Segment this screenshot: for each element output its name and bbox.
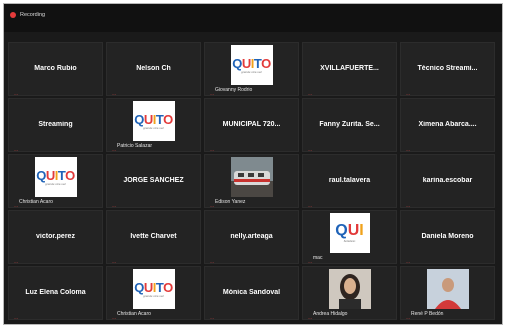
participant-name: Fanny Zurita. Se... xyxy=(319,121,380,128)
mic-muted-icon xyxy=(110,87,116,95)
participant-photo xyxy=(426,269,469,309)
participant-tile[interactable]: victor.perez xyxy=(8,210,103,264)
participant-gallery: Marco Rubio Nelson Ch QUITO grande otra vez… xyxy=(8,42,495,320)
participant-name: XVILLAFUERTE... xyxy=(320,65,379,72)
mic-muted-icon xyxy=(306,311,312,319)
participant-name: victor.perez xyxy=(36,233,75,240)
participant-tile[interactable]: René P Bedón xyxy=(400,266,495,320)
mic-muted-icon xyxy=(110,143,116,151)
participant-name: Marco Rubio xyxy=(34,65,77,72)
participant-tile[interactable]: Ivette Charvet xyxy=(106,210,201,264)
participant-name: Streaming xyxy=(38,121,73,128)
participant-tile[interactable]: Fanny Zurita. Se... xyxy=(302,98,397,152)
participant-tile[interactable]: MUNICIPAL 720... xyxy=(204,98,299,152)
mic-muted-icon xyxy=(208,143,214,151)
mic-muted-icon xyxy=(208,199,214,207)
top-bar: Recording xyxy=(4,4,502,32)
participant-tile[interactable]: Marco Rubio xyxy=(8,42,103,96)
participant-tile[interactable]: QUITO grande otra vez Christian Acaro xyxy=(8,154,103,208)
meeting-window: Recording Marco Rubio Nelson Ch QUITO grand… xyxy=(3,3,503,325)
participant-name: MUNICIPAL 720... xyxy=(222,121,281,128)
participant-tile[interactable]: JORGE SANCHEZ xyxy=(106,154,201,208)
participant-tile[interactable]: Edison Yanez xyxy=(204,154,299,208)
mic-muted-icon xyxy=(110,311,116,319)
mic-muted-icon xyxy=(12,87,18,95)
participant-name: raul.talavera xyxy=(328,177,371,184)
quito-logo-image: QUITO grande otra vez xyxy=(34,157,77,197)
participant-name: Nelson Ch xyxy=(136,65,171,72)
quito-logo-image: QUITO grande otra vez xyxy=(230,45,273,85)
participant-tile[interactable]: QUITO grande otra vez Christian Acaro xyxy=(106,266,201,320)
participant-name: nelly.arteaga xyxy=(230,233,273,240)
qui-logo-image: QUI Solidario xyxy=(329,213,370,253)
participant-tile[interactable]: QUI Solidario mac xyxy=(302,210,397,264)
participant-tile[interactable]: Andrea Hidalgo xyxy=(302,266,397,320)
participant-caption: Patricio Salazar xyxy=(117,143,153,149)
mic-muted-icon xyxy=(12,143,18,151)
mic-muted-icon xyxy=(404,87,410,95)
participant-photo xyxy=(328,269,371,309)
quito-logo-image: QUITO grande otra vez xyxy=(132,269,175,309)
recording-icon xyxy=(10,12,16,18)
participant-caption: Giovanny Rodrio xyxy=(215,87,253,93)
participant-tile[interactable]: nelly.arteaga xyxy=(204,210,299,264)
participant-name: karina.escobar xyxy=(422,177,473,184)
mic-muted-icon xyxy=(306,199,312,207)
participant-caption: Christian Acaro xyxy=(117,311,151,317)
mic-muted-icon xyxy=(12,311,18,319)
mic-muted-icon xyxy=(306,143,312,151)
participant-tile[interactable]: Nelson Ch xyxy=(106,42,201,96)
participant-name: JORGE SANCHEZ xyxy=(123,177,184,184)
participant-tile[interactable]: Daniela Moreno xyxy=(400,210,495,264)
participant-tile[interactable]: XVILLAFUERTE... xyxy=(302,42,397,96)
mic-muted-icon xyxy=(12,255,18,263)
mic-muted-icon xyxy=(208,311,214,319)
mic-muted-icon xyxy=(12,199,18,207)
participant-caption: mac xyxy=(313,255,323,261)
participant-name: Luz Elena Coloma xyxy=(25,289,86,296)
mic-muted-icon xyxy=(404,311,410,319)
mic-muted-icon xyxy=(110,255,116,263)
participant-name: Daniela Moreno xyxy=(421,233,474,240)
participant-tile[interactable]: Técnico Streami... xyxy=(400,42,495,96)
quito-logo-image: QUITO grande otra vez xyxy=(132,101,175,141)
participant-tile[interactable]: Ximena Abarca.... xyxy=(400,98,495,152)
participant-tile[interactable]: Luz Elena Coloma xyxy=(8,266,103,320)
participant-tile[interactable]: Mónica Sandoval xyxy=(204,266,299,320)
participant-tile[interactable]: QUITO grande otra vez Giovanny Rodrio xyxy=(204,42,299,96)
participant-name: Mónica Sandoval xyxy=(222,289,281,296)
mic-muted-icon xyxy=(306,87,312,95)
participant-tile[interactable]: Streaming xyxy=(8,98,103,152)
participant-name: Técnico Streami... xyxy=(417,65,478,72)
mic-muted-icon xyxy=(306,255,312,263)
participant-caption: Edison Yanez xyxy=(215,199,246,205)
participant-name: Ivette Charvet xyxy=(130,233,177,240)
participant-caption: René P Bedón xyxy=(411,311,444,317)
mic-muted-icon xyxy=(208,255,214,263)
train-photo-image xyxy=(230,157,273,197)
mic-muted-icon xyxy=(110,199,116,207)
mic-muted-icon xyxy=(208,87,214,95)
participant-tile[interactable]: QUITO grande otra vez Patricio Salazar xyxy=(106,98,201,152)
mic-muted-icon xyxy=(404,143,410,151)
recording-label: Recording xyxy=(20,12,46,18)
participant-caption: Christian Acaro xyxy=(19,199,53,205)
mic-muted-icon xyxy=(404,199,410,207)
participant-caption: Andrea Hidalgo xyxy=(313,311,348,317)
participant-tile[interactable]: karina.escobar xyxy=(400,154,495,208)
participant-tile[interactable]: raul.talavera xyxy=(302,154,397,208)
mic-muted-icon xyxy=(404,255,410,263)
participant-name: Ximena Abarca.... xyxy=(418,121,477,128)
